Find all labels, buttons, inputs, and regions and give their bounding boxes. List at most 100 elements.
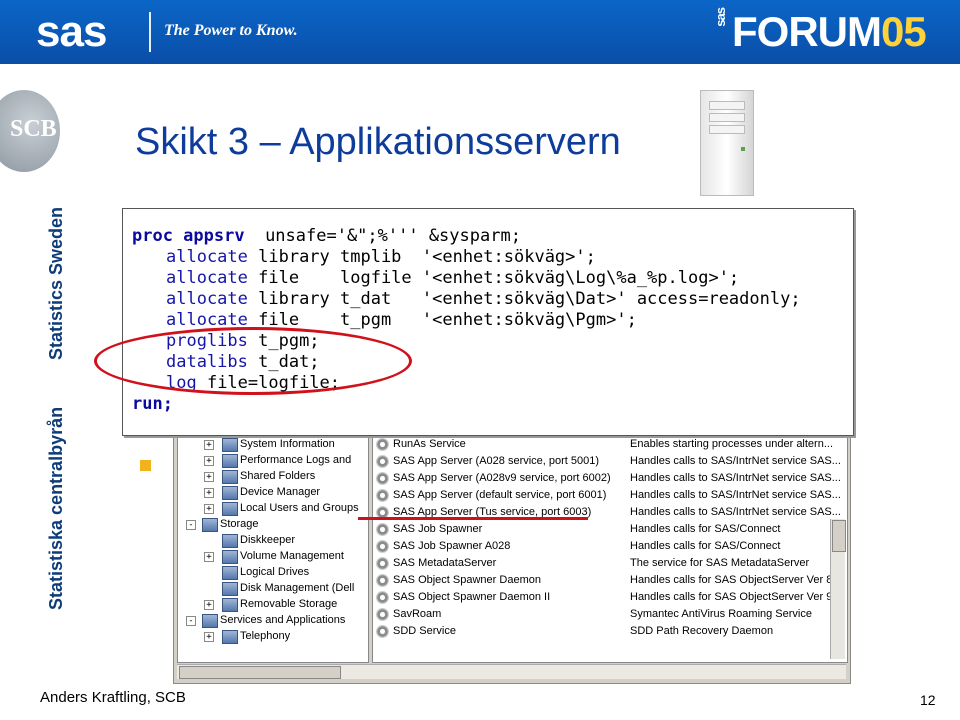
seal-text: SCB: [10, 116, 57, 142]
service-description: Symantec AntiVirus Roaming Service: [630, 608, 812, 620]
horizontal-scrollbar[interactable]: [177, 664, 846, 679]
server-tower-icon: [700, 90, 754, 196]
expand-icon[interactable]: +: [204, 552, 214, 562]
highlight-ellipse: [94, 327, 412, 395]
vertical-scrollbar[interactable]: [830, 519, 846, 659]
folder-icon: [222, 470, 238, 484]
service-row[interactable]: SAS App Server (A028v9 service, port 600…: [373, 470, 843, 486]
gear-icon: [376, 472, 389, 485]
service-name: SDD Service: [393, 625, 456, 637]
folder-icon: [222, 438, 238, 452]
expand-icon[interactable]: +: [204, 456, 214, 466]
gear-icon: [376, 557, 389, 570]
tree-item[interactable]: Disk Management (Dell: [178, 580, 366, 596]
folder-icon: [222, 534, 238, 548]
gear-icon: [376, 540, 389, 553]
folder-icon: [222, 454, 238, 468]
code-line: run;: [132, 394, 173, 415]
folder-icon: [222, 486, 238, 500]
folder-icon: [222, 630, 238, 644]
service-row[interactable]: SAS App Server (default service, port 60…: [373, 487, 843, 503]
service-name: SAS Object Spawner Daemon II: [393, 591, 551, 603]
storage-icon: [202, 518, 218, 532]
code-text: unsafe='&";%''' &sysparm;: [244, 226, 521, 246]
gear-icon: [376, 574, 389, 587]
highlight-underline: [358, 517, 588, 520]
service-name: SAS Object Spawner Daemon: [393, 574, 541, 586]
service-description: Handles calls to SAS/IntrNet service SAS…: [630, 455, 841, 467]
code-keyword: allocate: [166, 289, 248, 309]
tree-item[interactable]: Logical Drives: [178, 564, 366, 580]
tree-item-label: Volume Management: [240, 550, 344, 562]
service-description: Handles calls for SAS/Connect: [630, 540, 781, 552]
tree-item[interactable]: - Services and Applications: [178, 612, 366, 628]
service-description: Handles calls to SAS/IntrNet service SAS…: [630, 489, 841, 501]
folder-icon: [222, 582, 238, 596]
services-screenshot: + System Information + Performance Logs an…: [173, 430, 851, 684]
tree-item[interactable]: + System Information: [178, 436, 366, 452]
code-line: proc appsrv unsafe='&";%''' &sysparm;: [132, 226, 521, 247]
service-row[interactable]: SAS Object Spawner Daemon Handles calls f…: [373, 572, 843, 588]
tree-item[interactable]: + Telephony: [178, 628, 366, 644]
service-row[interactable]: SAS App Server (A028 service, port 5001)…: [373, 453, 843, 469]
tree-item[interactable]: + Performance Logs and: [178, 452, 366, 468]
code-line: allocate library t_dat '<enhet:sökväg\Da…: [166, 289, 801, 310]
expand-icon[interactable]: +: [204, 440, 214, 450]
tree-item[interactable]: + Local Users and Groups: [178, 500, 366, 516]
scroll-thumb[interactable]: [179, 666, 341, 679]
gear-icon: [376, 523, 389, 536]
power-led: [741, 147, 745, 151]
tree-item[interactable]: + Device Manager: [178, 484, 366, 500]
service-description: Handles calls for SAS ObjectServer Ver 9…: [630, 591, 836, 603]
service-name: SAS App Server (default service, port 60…: [393, 489, 607, 501]
service-name: SAS MetadataServer: [393, 557, 497, 569]
tree-item-label: Shared Folders: [240, 470, 316, 482]
tree-item-label: Removable Storage: [240, 598, 338, 610]
tree-item[interactable]: Diskkeeper: [178, 532, 366, 548]
gear-icon: [376, 608, 389, 621]
page-number: 12: [920, 692, 936, 708]
footer-author: Anders Kraftling, SCB: [40, 689, 186, 706]
code-keyword: run;: [132, 394, 173, 414]
expand-icon[interactable]: +: [204, 600, 214, 610]
scroll-thumb[interactable]: [832, 520, 846, 552]
service-row[interactable]: SAS Object Spawner Daemon II Handles call…: [373, 589, 843, 605]
expand-icon[interactable]: +: [204, 504, 214, 514]
tree-item[interactable]: - Storage: [178, 516, 366, 532]
tree-item[interactable]: + Removable Storage: [178, 596, 366, 612]
service-description: Enables starting processes under altern.…: [630, 438, 834, 450]
service-row[interactable]: SAS Job Spawner Handles calls for SAS/Con…: [373, 521, 843, 537]
service-name: SAS Job Spawner: [393, 523, 483, 535]
tree-item[interactable]: + Volume Management: [178, 548, 366, 564]
service-name: SAS App Server (A028 service, port 5001): [393, 455, 600, 467]
gear-icon: [376, 625, 389, 638]
code-text: library t_dat '<enhet:sökväg\Dat>' acces…: [247, 289, 801, 309]
tree-item-label: Device Manager: [240, 486, 321, 498]
service-name: RunAs Service: [393, 438, 466, 450]
service-name: SAS Job Spawner A028: [393, 540, 511, 552]
service-row[interactable]: SAS MetadataServer The service for SAS Me…: [373, 555, 843, 571]
service-row[interactable]: RunAs Service Enables starting processes …: [373, 436, 843, 452]
expand-icon[interactable]: +: [204, 488, 214, 498]
collapse-icon[interactable]: -: [186, 616, 196, 626]
service-description: Handles calls to SAS/IntrNet service SAS…: [630, 506, 841, 518]
forum-sas-small: sas: [713, 8, 728, 27]
expand-icon[interactable]: +: [204, 472, 214, 482]
tree-item-label: Disk Management (Dell: [240, 582, 355, 594]
expand-icon[interactable]: +: [204, 632, 214, 642]
banner-divider: [149, 12, 151, 52]
service-row[interactable]: SDD Service SDD Path Recovery Daemon: [373, 623, 843, 639]
vertical-org-names: Statistics Sweden Statistiska centralbyr…: [46, 200, 72, 610]
code-text: file logfile '<enhet:sökväg\Log\%a_%p.lo…: [247, 268, 740, 288]
tree-item[interactable]: + Shared Folders: [178, 468, 366, 484]
service-name: SavRoam: [393, 608, 442, 620]
service-row[interactable]: SavRoam Symantec AntiVirus Roaming Servic…: [373, 606, 843, 622]
sas-logo: sas: [36, 7, 107, 56]
tree-item-label: Logical Drives: [240, 566, 310, 578]
service-row[interactable]: SAS Job Spawner A028 Handles calls for SA…: [373, 538, 843, 554]
tree-item-label: Local Users and Groups: [240, 502, 359, 514]
tree-item-label: Services and Applications: [220, 614, 346, 626]
forum-logo: sas FORUM05: [713, 8, 927, 56]
service-description: Handles calls for SAS/Connect: [630, 523, 781, 535]
collapse-icon[interactable]: -: [186, 520, 196, 530]
